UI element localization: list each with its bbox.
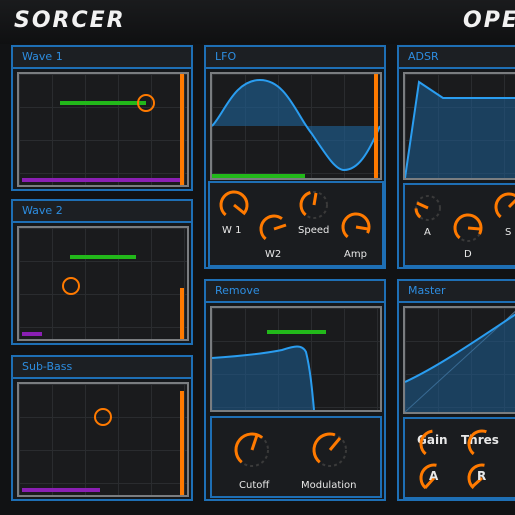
top-bar: SORCER OPE <box>0 0 515 44</box>
master-attack-label: A <box>429 469 439 483</box>
wave1-level-line <box>60 101 146 105</box>
master-gain-knob[interactable] <box>415 425 453 463</box>
wave1-panel: Wave 1 <box>11 45 193 191</box>
remove-title: Remove <box>215 284 260 297</box>
subbass-header: Sub-Bass <box>13 357 191 379</box>
wave1-xy-pad[interactable] <box>17 72 189 187</box>
remove-knob-section: Cutoff Modulation <box>210 416 382 498</box>
lfo-speed-label: Speed <box>298 225 330 236</box>
master-compressor-display[interactable] <box>403 306 515 414</box>
remove-cutoff-knob[interactable] <box>230 428 274 472</box>
lfo-waveform-display[interactable] <box>210 72 382 180</box>
lfo-w2-label: W2 <box>265 249 282 260</box>
remove-filter-curve <box>212 345 315 410</box>
subbass-volume-bar[interactable] <box>180 391 184 495</box>
wave2-xy-pad[interactable] <box>17 226 189 341</box>
wave1-header: Wave 1 <box>13 47 191 69</box>
lfo-w2-knob[interactable] <box>256 211 292 247</box>
adsr-envelope-display[interactable] <box>403 72 515 180</box>
master-header: Master <box>399 281 515 303</box>
wave2-volume-bar[interactable] <box>180 288 184 339</box>
subbass-title: Sub-Bass <box>22 360 73 373</box>
master-release-label: R <box>477 469 487 483</box>
wave2-header: Wave 2 <box>13 201 191 223</box>
remove-modulation-label: Modulation <box>301 480 357 491</box>
wave2-range-bar <box>22 332 42 336</box>
brand-logo: SORCER <box>14 8 126 33</box>
adsr-decay-knob[interactable] <box>449 209 487 247</box>
lfo-amp-label: Amp <box>344 249 367 260</box>
adsr-panel: ADSR A D S <box>397 45 515 269</box>
lfo-waveform <box>212 78 380 172</box>
subbass-panel: Sub-Bass <box>11 355 193 501</box>
adsr-sustain-knob[interactable] <box>491 189 515 225</box>
master-knob-section: Gain Thres A R <box>403 417 515 499</box>
lfo-w1-knob[interactable] <box>216 187 252 223</box>
lfo-w1-label: W 1 <box>222 225 242 236</box>
subbass-xy-pad[interactable] <box>17 382 189 497</box>
wave2-level-line <box>70 255 136 259</box>
adsr-knob-section: A D S <box>403 183 515 267</box>
master-panel: Master Gain Thres A R <box>397 279 515 501</box>
remove-resonance-line <box>267 330 326 334</box>
header-right-label: OPE <box>463 8 515 33</box>
remove-cutoff-label: Cutoff <box>239 480 270 491</box>
adsr-attack-knob[interactable] <box>411 191 445 225</box>
wave2-title: Wave 2 <box>22 204 63 217</box>
adsr-envelope-curve <box>405 80 515 178</box>
master-title: Master <box>408 284 446 297</box>
wave1-handle[interactable] <box>137 94 155 112</box>
lfo-position-bar <box>212 174 305 178</box>
master-thres-knob[interactable] <box>463 425 501 463</box>
wave2-handle[interactable] <box>62 277 80 295</box>
lfo-header: LFO <box>206 47 384 69</box>
adsr-sustain-label: S <box>505 227 512 238</box>
wave1-range-bar <box>22 178 180 182</box>
remove-filter-display[interactable] <box>210 306 382 412</box>
remove-panel: Remove Cutoff Modulation <box>204 279 386 501</box>
lfo-speed-knob[interactable] <box>296 187 332 223</box>
lfo-panel: LFO W 1 W2 Speed Amp <box>204 45 386 269</box>
wave1-title: Wave 1 <box>22 50 63 63</box>
master-transfer-curve <box>405 310 515 412</box>
subbass-range-bar <box>22 488 100 492</box>
remove-header: Remove <box>206 281 384 303</box>
lfo-knob-section: W 1 W2 Speed Amp <box>208 181 384 267</box>
remove-modulation-knob[interactable] <box>308 428 352 472</box>
adsr-attack-label: A <box>424 227 431 238</box>
subbass-handle[interactable] <box>94 408 112 426</box>
wave2-panel: Wave 2 <box>11 199 193 345</box>
lfo-amp-knob[interactable] <box>338 209 374 245</box>
adsr-title: ADSR <box>408 50 439 63</box>
wave1-volume-bar[interactable] <box>180 74 184 185</box>
lfo-title: LFO <box>215 50 237 63</box>
adsr-decay-label: D <box>464 249 472 260</box>
adsr-header: ADSR <box>399 47 515 69</box>
lfo-depth-bar[interactable] <box>374 74 378 178</box>
